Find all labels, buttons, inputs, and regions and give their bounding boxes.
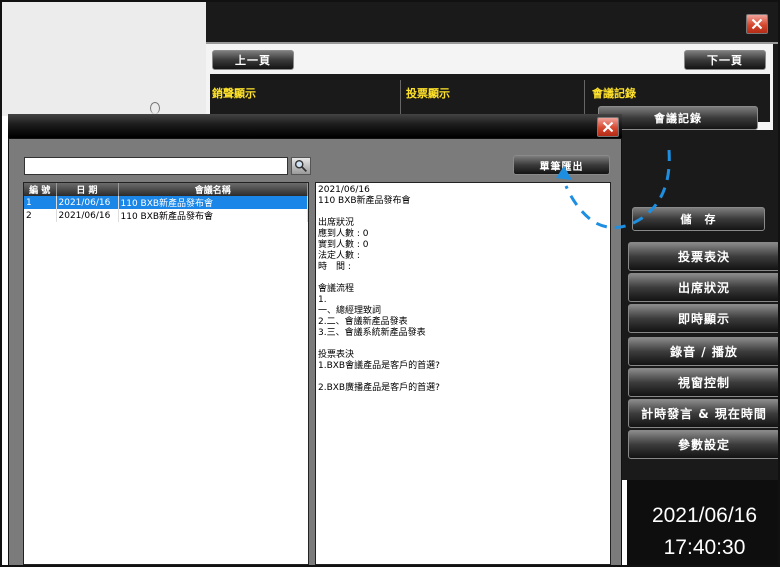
meeting-detail-text: 2021/06/16 110 BXB新產品發布會 出席狀況 應到人數 : 0 實到人數 … [318, 185, 440, 394]
label-meeting-record: 會議記錄 [592, 87, 636, 100]
close-icon [751, 18, 763, 30]
label-sound-display: 銷聲顯示 [212, 87, 256, 100]
detail-line: 2021/06/16 [318, 185, 370, 195]
menu-realtime-display[interactable]: 即時顯示 [628, 304, 778, 333]
menu-timer-current-time[interactable]: 計時發言 & 現在時間 [628, 399, 778, 428]
table-row[interactable]: 2 2021/06/16 110 BXB新產品發布會 [24, 209, 308, 222]
annotation-arrow [556, 149, 671, 229]
detail-line: 應到人數 : 0 [318, 229, 369, 239]
clock-time: 17:40:30 [663, 536, 746, 559]
prev-page-button[interactable]: 上一頁 [212, 50, 294, 70]
label-vote-display: 投票顯示 [406, 87, 450, 100]
row-id: 1 [24, 196, 57, 209]
detail-line: 2.二、會議新產品發表 [318, 317, 408, 327]
detail-line [318, 339, 440, 350]
menu-settings[interactable]: 參數設定 [628, 430, 778, 459]
menu-record-playback[interactable]: 錄音 / 播放 [628, 337, 778, 366]
detail-line [318, 273, 440, 284]
meeting-record-dialog: 單筆匯出 編 號 日 期 會議名稱 1 2021/06/16 110 BXB新產… [8, 138, 622, 565]
detail-line: 投票表決 [318, 350, 355, 360]
search-icon [294, 159, 307, 172]
row-name: 110 BXB新產品發布會 [118, 209, 308, 222]
column-header-date[interactable]: 日 期 [56, 183, 119, 196]
table-row[interactable]: 1 2021/06/16 110 BXB新產品發布會 [24, 196, 308, 209]
search-input[interactable] [24, 157, 288, 175]
screen: 上一頁 下一頁 銷聲顯示 投票顯示 會議記錄 會議記錄 儲 存 投票表決 出席狀… [0, 0, 780, 567]
detail-line [318, 207, 440, 218]
row-date: 2021/06/16 [56, 209, 119, 222]
menu-vote[interactable]: 投票表決 [628, 242, 778, 271]
column-header-id[interactable]: 編 號 [24, 183, 57, 196]
detail-line: 法定人數 : [318, 251, 360, 261]
top-window-close-button[interactable] [746, 14, 768, 34]
detail-line: 實到人數 : 0 [318, 240, 369, 250]
row-id: 2 [24, 209, 57, 222]
detail-line: 3.三、會議系統新產品發表 [318, 328, 426, 338]
top-window-titlebar [206, 2, 778, 42]
detail-line: 1.BXB會議產品是客戶的首選? [318, 361, 440, 371]
detail-line: 一、總經理致詞 [318, 306, 382, 316]
row-date: 2021/06/16 [56, 196, 119, 209]
menu-window-control[interactable]: 視窗控制 [628, 368, 778, 397]
detail-line [318, 372, 440, 383]
clock-display: 2021/06/16 17:40:30 [627, 480, 778, 565]
background-pane [2, 2, 206, 116]
detail-line: 出席狀況 [318, 218, 355, 228]
detail-line: 1. [318, 295, 327, 305]
menu-attendance[interactable]: 出席狀況 [628, 273, 778, 302]
column-header-name[interactable]: 會議名稱 [118, 183, 308, 196]
dialog-titlebar [8, 114, 622, 138]
next-page-button[interactable]: 下一頁 [684, 50, 766, 70]
detail-line: 2.BXB廣播產品是客戶的首選? [318, 383, 440, 393]
row-name: 110 BXB新產品發布會 [118, 196, 308, 209]
background-shape [150, 102, 160, 114]
clock-date: 2021/06/16 [651, 504, 758, 527]
detail-line: 110 BXB新產品發布會 [318, 196, 411, 206]
meeting-list-panel: 編 號 日 期 會議名稱 1 2021/06/16 110 BXB新產品發布會 … [23, 182, 309, 565]
search-button[interactable] [291, 157, 311, 175]
detail-line: 時 間 : [318, 262, 351, 272]
meeting-list-table: 編 號 日 期 會議名稱 1 2021/06/16 110 BXB新產品發布會 … [24, 183, 308, 222]
detail-line: 會議流程 [318, 284, 355, 294]
